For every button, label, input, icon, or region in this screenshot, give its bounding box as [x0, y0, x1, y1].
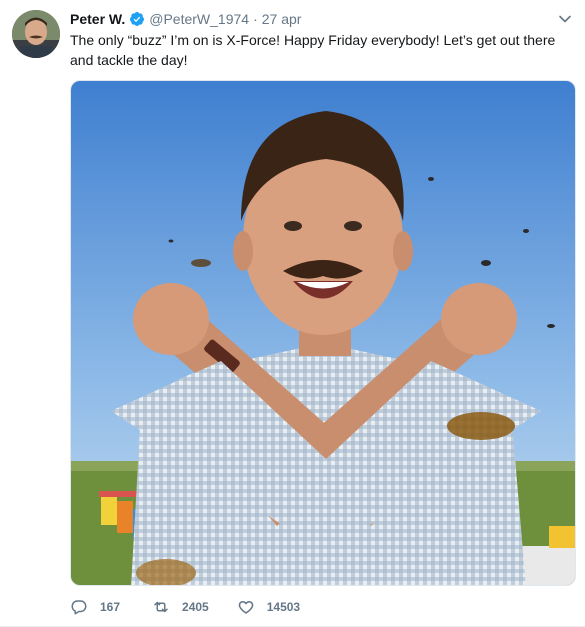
avatar-image — [12, 10, 60, 58]
user-handle[interactable]: @PeterW_1974 — [149, 11, 249, 27]
display-name[interactable]: Peter W. — [70, 11, 125, 27]
photo-man-crossed-arms-bees — [71, 81, 575, 585]
tweet-date[interactable]: 27 apr — [262, 11, 302, 27]
reply-icon — [71, 600, 87, 615]
reply-count: 167 — [100, 600, 121, 614]
chevron-down-icon[interactable] — [558, 12, 572, 26]
tweet: Peter W. @PeterW_1974 · 27 apr The only … — [0, 0, 585, 627]
heart-icon — [238, 601, 254, 614]
tweet-media-image[interactable] — [70, 80, 576, 586]
retweet-button[interactable]: 2405 — [152, 598, 209, 616]
verified-badge-icon — [129, 11, 145, 27]
tweet-text: The only “buzz” I’m on is X-Force! Happy… — [70, 32, 556, 68]
retweet-count: 2405 — [182, 600, 209, 614]
separator-dot: · — [253, 11, 258, 27]
like-count: 14503 — [266, 600, 301, 614]
retweet-icon — [154, 601, 168, 613]
avatar[interactable] — [12, 10, 60, 58]
reply-button[interactable]: 167 — [70, 598, 120, 616]
like-button[interactable]: 14503 — [237, 598, 300, 616]
tweet-header: Peter W. @PeterW_1974 · 27 apr — [70, 9, 301, 29]
tweet-actions: 167 2405 14503 — [70, 598, 328, 616]
